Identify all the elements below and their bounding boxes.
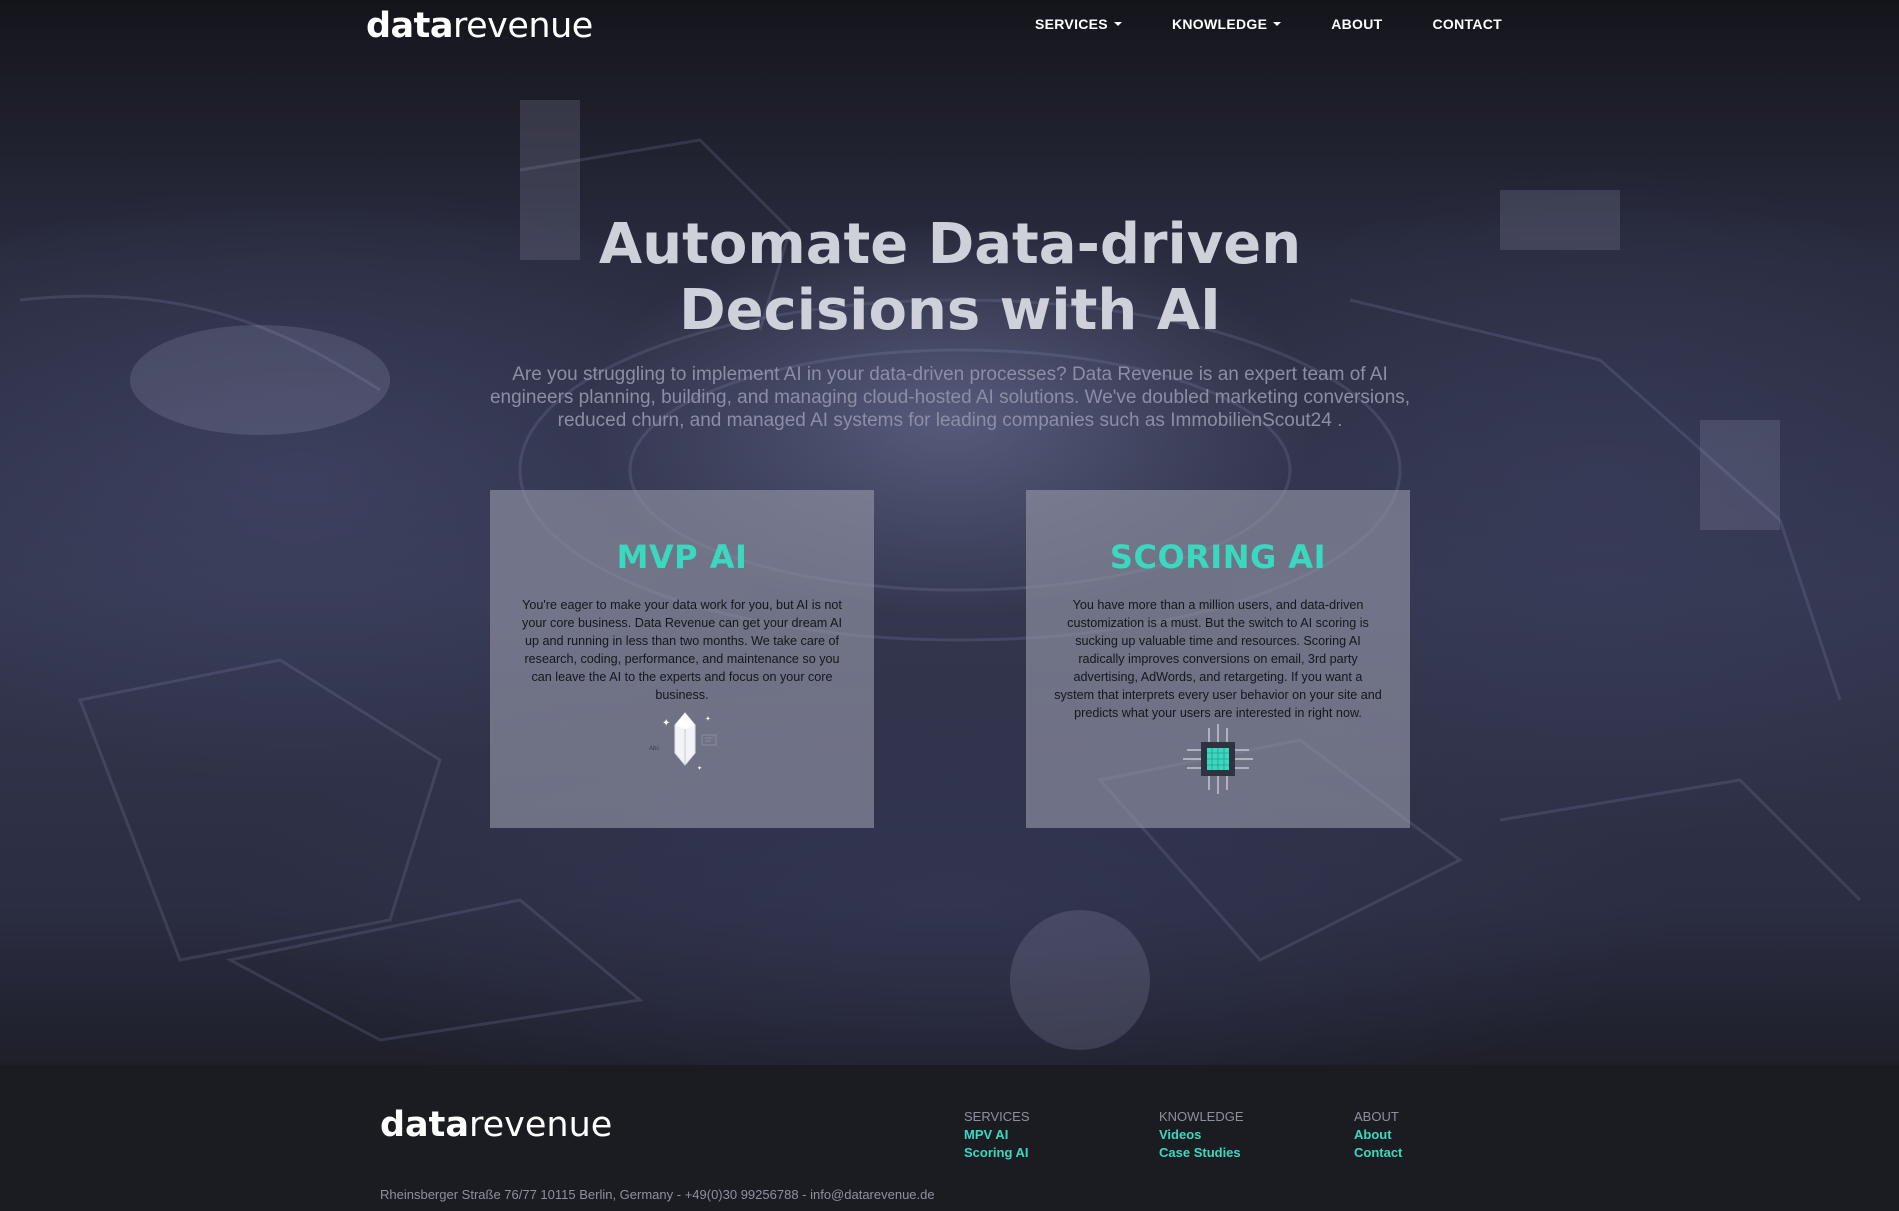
footer-heading: ABOUT [1354, 1109, 1399, 1124]
svg-text:✦: ✦ [705, 715, 711, 723]
footer-link-scoring-ai[interactable]: Scoring AI [964, 1144, 1124, 1162]
footer-brand-logo[interactable]: datarevenue [380, 1105, 612, 1145]
footer-link-mvp-ai[interactable]: MPV AI [964, 1126, 1124, 1144]
chip-icon [1183, 724, 1253, 794]
footer-link-case-studies[interactable]: Case Studies [1159, 1144, 1319, 1162]
card-title: MVP AI [616, 538, 748, 576]
footer-heading: KNOWLEDGE [1159, 1109, 1244, 1124]
footer-column-services: SERVICES MPV AI Scoring AI [964, 1108, 1124, 1162]
card-scoring-ai[interactable]: SCORING AI You have more than a million … [1026, 490, 1410, 828]
site-footer: datarevenue SERVICES MPV AI Scoring AI K… [0, 1065, 1899, 1211]
hero-title-line2: Decisions with AI [679, 278, 1221, 343]
nav-services-label: SERVICES [1035, 16, 1108, 32]
card-mvp-ai[interactable]: MVP AI You're eager to make your data wo… [490, 490, 874, 828]
caret-down-icon [1113, 22, 1122, 26]
top-navbar: datarevenue SERVICES KNOWLEDGE ABOUT CON… [0, 0, 1899, 50]
nav-knowledge-label: KNOWLEDGE [1171, 16, 1268, 32]
hero-subtitle: Are you struggling to implement AI in yo… [489, 364, 1411, 431]
footer-column-knowledge: KNOWLEDGE Videos Case Studies [1159, 1108, 1319, 1162]
crystal-icon: ✦ ✦ ✦ Abc [649, 712, 717, 772]
footer-heading: SERVICES [964, 1109, 1030, 1124]
hero-background-image [19, 100, 1862, 1050]
nav-services[interactable]: SERVICES [1035, 16, 1122, 32]
card-description: You're eager to make your data work for … [522, 598, 842, 702]
footer-column-about: ABOUT About Contact [1354, 1108, 1514, 1162]
brand-logo[interactable]: datarevenue [366, 6, 593, 46]
svg-text:✦: ✦ [662, 718, 670, 729]
footer-address: Rheinsberger Straße 76/77 10115 Berlin, … [380, 1187, 935, 1202]
nav-knowledge[interactable]: KNOWLEDGE [1171, 16, 1282, 32]
hero-title-line1: Automate Data-driven [598, 212, 1302, 277]
card-title: SCORING AI [1109, 538, 1327, 576]
caret-down-icon [1273, 22, 1282, 26]
footer-link-videos[interactable]: Videos [1159, 1126, 1319, 1144]
svg-text:✦: ✦ [697, 765, 702, 772]
card-description: You have more than a million users, and … [1054, 598, 1382, 720]
footer-link-contact[interactable]: Contact [1354, 1144, 1514, 1162]
hero-section: datarevenue SERVICES KNOWLEDGE ABOUT CON… [0, 0, 1899, 1065]
main-nav: SERVICES KNOWLEDGE ABOUT CONTACT [1035, 16, 1502, 32]
footer-link-about[interactable]: About [1354, 1126, 1514, 1144]
hero-title: Automate Data-driven Decisions with AI [450, 212, 1450, 344]
crystal-icon-caption: Abc [649, 746, 659, 752]
nav-about[interactable]: ABOUT [1331, 16, 1382, 32]
nav-contact[interactable]: CONTACT [1433, 16, 1503, 32]
